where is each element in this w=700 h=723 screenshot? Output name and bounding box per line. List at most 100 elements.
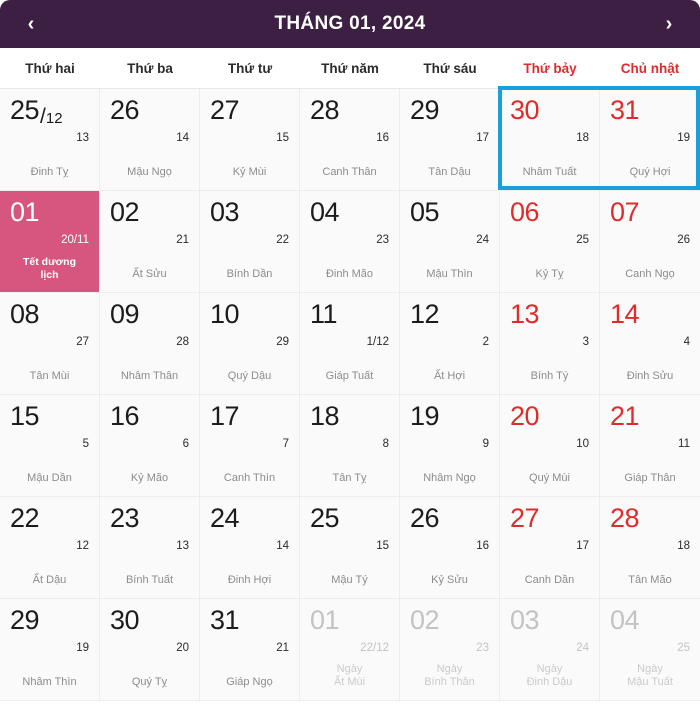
lunar-day-number: 22 — [276, 234, 289, 246]
can-chi-label: Bính Tuất — [125, 574, 174, 587]
weekday-header-3: Thứ năm — [321, 60, 379, 76]
solar-date-line: 18 — [310, 403, 389, 437]
solar-day-number: 28 — [610, 503, 640, 533]
day-cell[interactable]: 26 14 Mậu Ngọ — [100, 89, 200, 191]
day-cell[interactable]: 20 10 Quý Mùi — [500, 395, 600, 497]
day-cell[interactable]: 04 23 Đinh Mão — [300, 191, 400, 293]
solar-date-line: 29 — [10, 607, 89, 641]
can-chi-label: Tết dương lịch — [23, 255, 76, 281]
can-chi-label: Ngày Ất Mùi — [333, 662, 366, 689]
solar-date-line: 24 — [210, 505, 289, 539]
day-cell[interactable]: 01 22/12 Ngày Ất Mùi — [300, 599, 400, 701]
day-cell[interactable]: 07 26 Canh Ngọ — [600, 191, 700, 293]
can-chi-label: Kỷ Tỵ — [535, 268, 564, 281]
solar-date-line: 13 — [510, 301, 589, 335]
day-cell[interactable]: 22 12 Ất Dậu — [0, 497, 100, 599]
weekday-header-4: Thứ sáu — [423, 60, 477, 76]
lunar-day-number: 20/11 — [61, 234, 89, 246]
day-cell[interactable]: 11 1/12 Giáp Tuất — [300, 293, 400, 395]
can-chi-label: Giáp Thân — [624, 472, 676, 485]
day-cell[interactable]: 17 7 Canh Thìn — [200, 395, 300, 497]
day-cell[interactable]: 13 3 Bính Tý — [500, 293, 600, 395]
next-month-icon[interactable]: › — [656, 11, 682, 37]
day-cell[interactable]: 29 17 Tân Dậu — [400, 89, 500, 191]
lunar-day-number: 12 — [76, 540, 89, 552]
day-cell[interactable]: 31 19 Quý Hợi — [600, 89, 700, 191]
solar-date-line: 12 — [410, 301, 489, 335]
solar-date-line: 02 — [410, 607, 489, 641]
day-cell[interactable]: 01 20/11 Tết dương lịch — [0, 191, 100, 293]
lunar-day-number: 4 — [683, 336, 690, 348]
lunar-day-number: 25 — [677, 642, 690, 654]
day-cell[interactable]: 03 24 Ngày Đinh Dậu — [500, 599, 600, 701]
day-cell[interactable]: 12 2 Ất Hợi — [400, 293, 500, 395]
day-cell[interactable]: 21 11 Giáp Thân — [600, 395, 700, 497]
weekday-header-5: Thứ bảy — [523, 60, 577, 76]
lunar-day-number: 29 — [276, 336, 289, 348]
day-cell[interactable]: 10 29 Quý Dậu — [200, 293, 300, 395]
can-chi-label: Nhâm Thân — [120, 370, 179, 383]
lunar-day-number: 16 — [476, 540, 489, 552]
day-cell[interactable]: 26 16 Kỷ Sửu — [400, 497, 500, 599]
lunar-day-number: 2 — [482, 336, 489, 348]
solar-day-number: 18 — [310, 401, 340, 431]
lunar-day-number: 5 — [82, 438, 89, 450]
lunar-day-number: 15 — [376, 540, 389, 552]
day-cell[interactable]: 06 25 Kỷ Tỵ — [500, 191, 600, 293]
day-cell[interactable]: 23 13 Bính Tuất — [100, 497, 200, 599]
day-cell[interactable]: 28 18 Tân Mão — [600, 497, 700, 599]
solar-date-line: 05 — [410, 199, 489, 233]
day-cell[interactable]: 28 16 Canh Thân — [300, 89, 400, 191]
day-cell[interactable]: 14 4 Đinh Sửu — [600, 293, 700, 395]
solar-date-line: 01 — [310, 607, 389, 641]
day-cell[interactable]: 19 9 Nhâm Ngọ — [400, 395, 500, 497]
lunar-calendar: ‹ THÁNG 01, 2024 › Thứ hai Thứ ba Thứ tư Th… — [0, 0, 700, 723]
lunar-day-number: 25 — [576, 234, 589, 246]
solar-day-number: 11 — [310, 299, 338, 329]
can-chi-label: Đinh Mão — [325, 268, 374, 281]
solar-day-number: 08 — [10, 299, 40, 329]
can-chi-label: Nhâm Tuất — [522, 166, 577, 179]
calendar-header: ‹ THÁNG 01, 2024 › — [0, 0, 700, 48]
day-cell[interactable]: 08 27 Tân Mùi — [0, 293, 100, 395]
lunar-day-number: 22/12 — [360, 642, 389, 654]
day-cell[interactable]: 25 15 Mậu Tý — [300, 497, 400, 599]
day-cell[interactable]: 02 21 Ất Sửu — [100, 191, 200, 293]
solar-day-number: 17 — [210, 401, 240, 431]
day-cell[interactable]: 04 25 Ngày Mậu Tuất — [600, 599, 700, 701]
solar-date-line: 11 — [310, 301, 389, 335]
day-cell[interactable]: 29 19 Nhâm Thìn — [0, 599, 100, 701]
can-chi-label: Tân Dậu — [428, 166, 471, 179]
lunar-day-number: 19 — [76, 642, 89, 654]
solar-date-line: 28 — [610, 505, 690, 539]
solar-day-number: 13 — [510, 299, 540, 329]
lunar-day-number: 23 — [376, 234, 389, 246]
prev-month-icon[interactable]: ‹ — [18, 11, 44, 37]
day-cell[interactable]: 251213Đinh Tỵ — [0, 89, 100, 191]
day-cell[interactable]: 27 17 Canh Dần — [500, 497, 600, 599]
day-cell[interactable]: 27 15 Kỷ Mùi — [200, 89, 300, 191]
day-cell[interactable]: 18 8 Tân Tỵ — [300, 395, 400, 497]
solar-day-number: 26 — [410, 503, 440, 533]
can-chi-label: Đinh Tỵ — [30, 166, 69, 179]
day-cell[interactable]: 05 24 Mậu Thìn — [400, 191, 500, 293]
day-cell[interactable]: 30 18 Nhâm Tuất — [500, 89, 600, 191]
solar-day-number: 14 — [610, 299, 640, 329]
day-cell[interactable]: 09 28 Nhâm Thân — [100, 293, 200, 395]
day-cell[interactable]: 31 21 Giáp Ngọ — [200, 599, 300, 701]
solar-day-number: 15 — [10, 401, 40, 431]
solar-day-number: 28 — [310, 95, 340, 125]
day-cell[interactable]: 15 5 Mậu Dần — [0, 395, 100, 497]
day-cell[interactable]: 16 6 Kỷ Mão — [100, 395, 200, 497]
lunar-day-number: 23 — [476, 642, 489, 654]
day-cell[interactable]: 30 20 Quý Tỵ — [100, 599, 200, 701]
solar-day-number: 29 — [410, 95, 440, 125]
day-cell[interactable]: 02 23 Ngày Bính Thân — [400, 599, 500, 701]
lunar-day-number: 15 — [276, 132, 289, 144]
day-cell[interactable]: 03 22 Bính Dần — [200, 191, 300, 293]
solar-date-line: 26 — [410, 505, 489, 539]
day-cell[interactable]: 24 14 Đinh Hợi — [200, 497, 300, 599]
can-chi-label: Quý Mùi — [529, 472, 570, 485]
solar-day-number: 21 — [610, 401, 640, 431]
can-chi-label: Quý Hợi — [629, 166, 671, 179]
